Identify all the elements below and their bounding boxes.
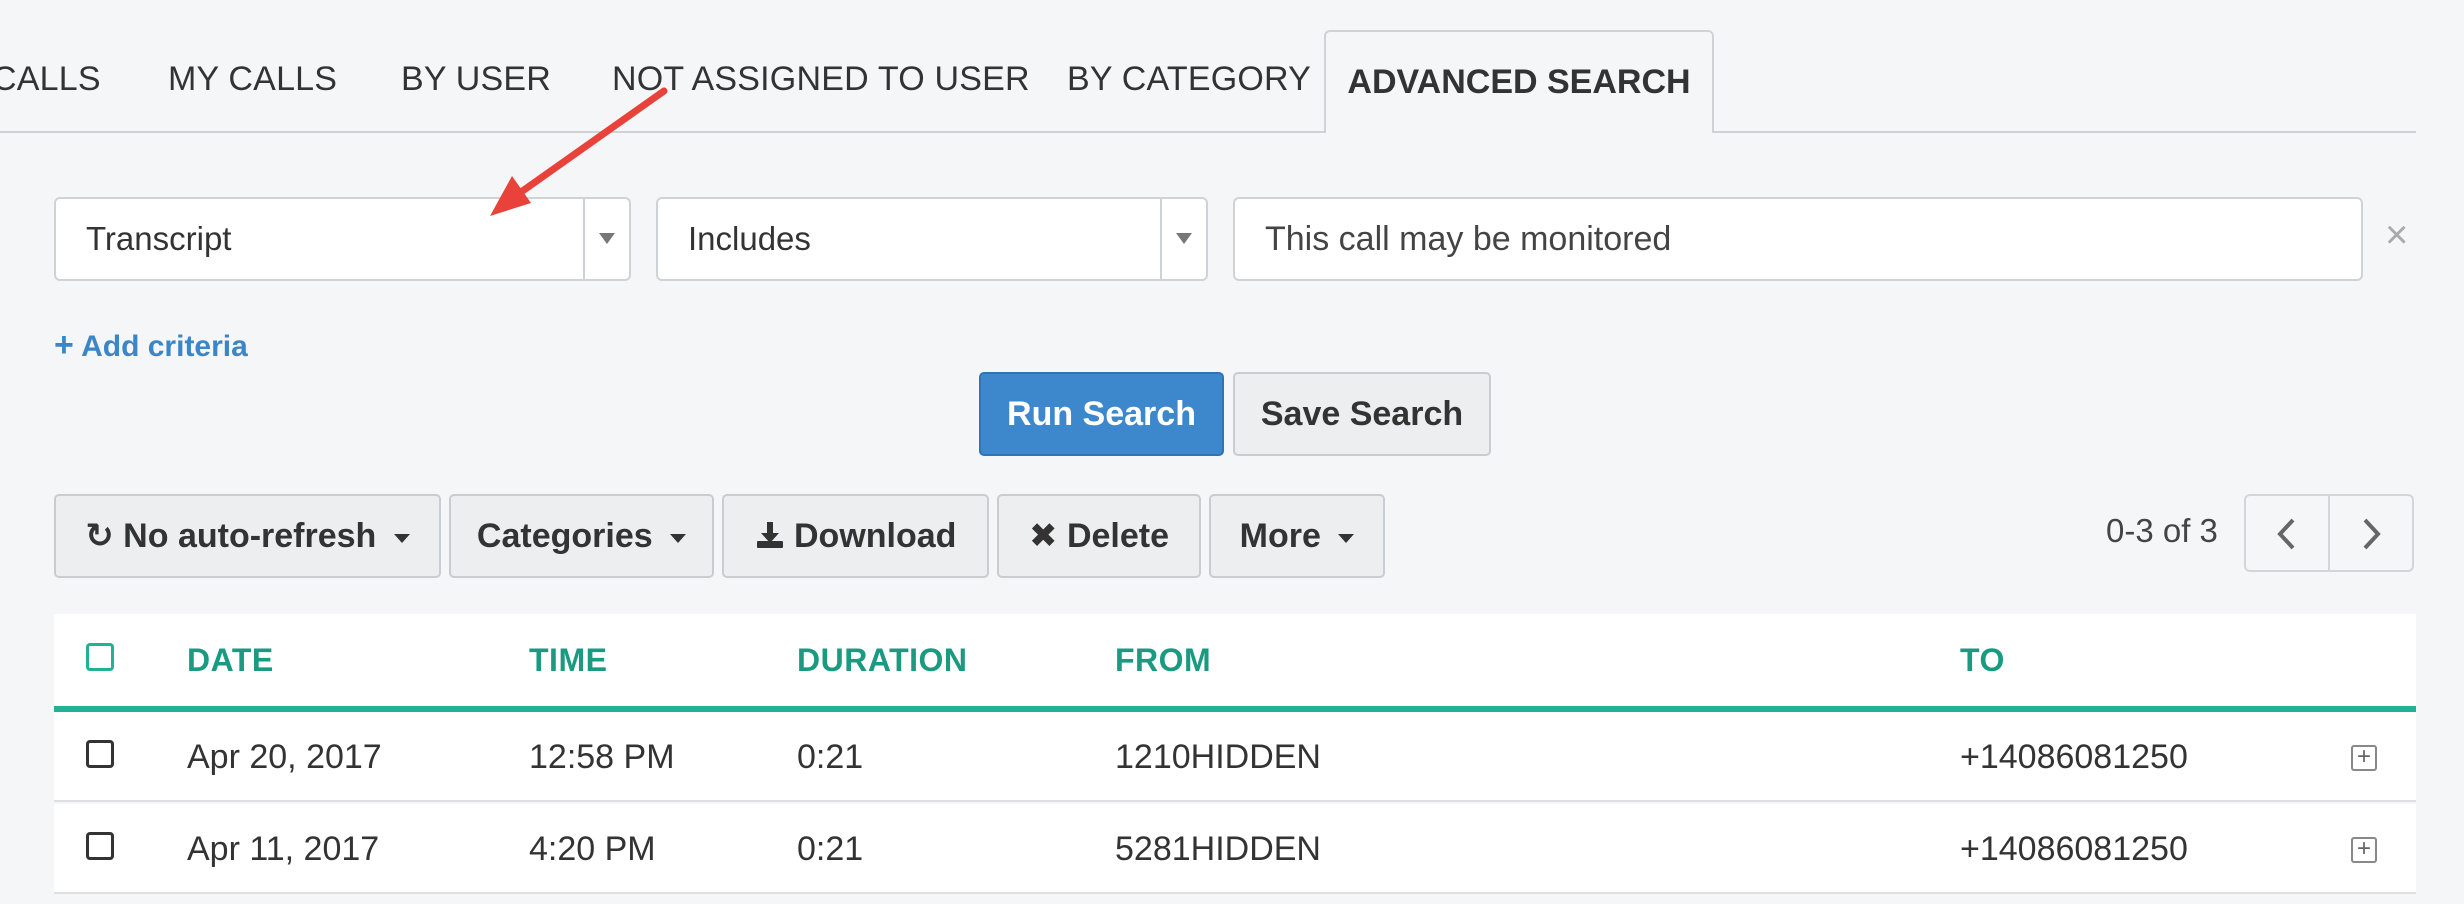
tab-by-user[interactable]: BY USER	[401, 60, 551, 99]
criteria-field-select[interactable]: Transcript	[54, 197, 631, 281]
table-header	[54, 614, 2416, 712]
cell-duration: 0:21	[797, 738, 864, 776]
add-criteria-link[interactable]: + Add criteria	[54, 326, 248, 365]
cell-time: 4:20 PM	[529, 830, 656, 868]
criteria-operator-select[interactable]: Includes	[656, 197, 1208, 281]
row-checkbox[interactable]	[86, 832, 114, 860]
run-search-button[interactable]: Run Search	[979, 372, 1224, 456]
cell-date: Apr 11, 2017	[187, 830, 380, 868]
criteria-operator-dropdown-toggle[interactable]	[1160, 199, 1206, 279]
criteria-query-input[interactable]	[1233, 197, 2363, 281]
close-icon: ✖	[1028, 517, 1058, 555]
expand-row-icon[interactable]: +	[2351, 745, 2377, 771]
next-page-button[interactable]	[2328, 494, 2414, 572]
clear-criteria-icon[interactable]: ×	[2385, 210, 2408, 260]
column-header-to[interactable]: TO	[1960, 642, 2005, 679]
expand-row-icon[interactable]: +	[2351, 837, 2377, 863]
tabs-underline	[0, 131, 2416, 133]
delete-button[interactable]: ✖ Delete	[997, 494, 1201, 578]
cell-from: 1210HIDDEN	[1115, 738, 1321, 776]
caret-down-icon	[393, 533, 410, 543]
chevron-left-icon	[2275, 512, 2299, 553]
categories-dropdown-button[interactable]: Categories	[449, 494, 714, 578]
tab-my-calls[interactable]: MY CALLS	[168, 60, 337, 99]
criteria-operator-value: Includes	[688, 220, 811, 257]
prev-page-button[interactable]	[2244, 494, 2330, 572]
cell-from: 5281HIDDEN	[1115, 830, 1321, 868]
caret-down-icon	[1176, 233, 1192, 244]
criteria-field-value: Transcript	[86, 220, 232, 257]
save-search-button[interactable]: Save Search	[1233, 372, 1491, 456]
tab-advanced-search[interactable]: ADVANCED SEARCH	[1324, 30, 1714, 133]
more-dropdown-button[interactable]: More	[1209, 494, 1385, 578]
add-criteria-label: Add criteria	[81, 330, 248, 363]
download-icon	[755, 517, 794, 555]
pagination-summary: 0-3 of 3	[2106, 512, 2218, 549]
delete-label: Delete	[1066, 517, 1169, 555]
row-checkbox[interactable]	[86, 740, 114, 768]
tab-calls[interactable]: CALLS	[0, 60, 101, 99]
categories-label: Categories	[476, 517, 653, 555]
cell-to: +14086081250	[1960, 830, 2188, 868]
download-label: Download	[794, 517, 957, 555]
tab-not-assigned-to-user[interactable]: NOT ASSIGNED TO USER	[612, 60, 1030, 99]
auto-refresh-label: No auto-refresh	[123, 517, 377, 555]
column-header-duration[interactable]: DURATION	[797, 642, 968, 679]
criteria-field-dropdown-toggle[interactable]	[583, 199, 629, 279]
cell-time: 12:58 PM	[529, 738, 675, 776]
column-header-from[interactable]: FROM	[1115, 642, 1211, 679]
auto-refresh-dropdown-button[interactable]: ↻ No auto-refresh	[54, 494, 441, 578]
cell-date: Apr 20, 2017	[187, 738, 382, 776]
plus-icon: +	[54, 326, 74, 364]
download-button[interactable]: Download	[722, 494, 989, 578]
column-header-date[interactable]: DATE	[187, 642, 274, 679]
refresh-icon: ↻	[85, 517, 114, 555]
column-header-time[interactable]: TIME	[529, 642, 607, 679]
tab-by-category[interactable]: BY CATEGORY	[1067, 60, 1311, 99]
cell-to: +14086081250	[1960, 738, 2188, 776]
caret-down-icon	[1338, 533, 1355, 543]
caret-down-icon	[670, 533, 687, 543]
more-label: More	[1239, 517, 1321, 555]
select-all-checkbox[interactable]	[86, 643, 114, 671]
caret-down-icon	[599, 233, 615, 244]
cell-duration: 0:21	[797, 830, 864, 868]
chevron-right-icon	[2359, 512, 2383, 553]
